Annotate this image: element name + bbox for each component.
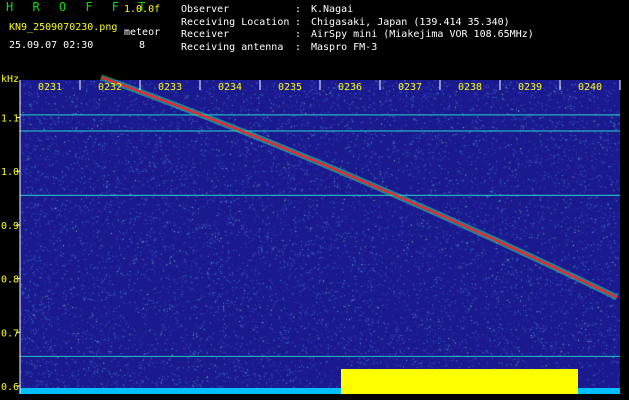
info-separator: : xyxy=(295,4,302,15)
time-tick-label: 0235 xyxy=(278,82,302,93)
spectrogram: kHz 1.1 1.0 0.9 0.8 0.7 0.6 0231 0232 0233 0234 023… xyxy=(1,74,621,394)
signal-block xyxy=(341,369,578,394)
time-tick-label: 0231 xyxy=(38,82,62,93)
time-tick-label: 0234 xyxy=(218,82,242,93)
y-tick-label: 0.6 xyxy=(1,382,19,393)
info-row-observer: Observer : K.Nagai xyxy=(181,3,534,16)
time-tick-label: 0238 xyxy=(458,82,482,93)
capture-timestamp: 25.09.07 02:30 xyxy=(9,40,94,51)
y-tick-label: 1.1 xyxy=(1,114,19,125)
meteor-count-value: 8 xyxy=(139,40,146,51)
time-tick-label: 0237 xyxy=(398,82,422,93)
image-filename: KN9_2509070230.png xyxy=(9,22,118,33)
time-tick-label: 0240 xyxy=(578,82,602,93)
app-version: 1.0.0f xyxy=(124,4,161,15)
y-axis-unit: kHz xyxy=(1,74,19,85)
info-value: Chigasaki, Japan (139.414 35.340) xyxy=(311,16,510,28)
y-tick-label: 1.0 xyxy=(1,167,19,178)
info-value: K.Nagai xyxy=(311,4,354,15)
time-tick-label: 0232 xyxy=(98,82,122,93)
info-value: AirSpy mini (Miakejima VOR 108.65MHz) xyxy=(311,29,534,40)
info-separator: : xyxy=(295,16,302,28)
time-tick-label: 0233 xyxy=(158,82,182,93)
y-tick-label: 0.8 xyxy=(1,275,19,286)
time-tick-label: 0236 xyxy=(338,82,362,93)
info-separator: : xyxy=(295,29,302,40)
info-row-receiver: Receiver : AirSpy mini (Miakejima VOR 10… xyxy=(181,28,534,41)
info-label: Observer xyxy=(181,4,230,15)
y-tick-label: 0.7 xyxy=(1,328,19,339)
info-row-antenna: Receiving antenna : Maspro FM-3 xyxy=(181,41,534,54)
time-tick-label: 0239 xyxy=(518,82,542,93)
info-label: Receiver xyxy=(181,29,230,40)
info-label: Receiving antenna xyxy=(181,41,284,53)
info-value: Maspro FM-3 xyxy=(311,41,378,53)
y-tick-label: 0.9 xyxy=(1,221,19,232)
plot-noise xyxy=(20,80,620,394)
meteor-count-label: meteor xyxy=(124,27,161,38)
info-row-location: Receiving Location : Chigasaki, Japan (1… xyxy=(181,16,534,29)
info-label: Receiving Location xyxy=(181,16,290,28)
station-info: Observer : K.Nagai Receiving Location : … xyxy=(181,3,534,53)
info-separator: : xyxy=(295,41,302,53)
